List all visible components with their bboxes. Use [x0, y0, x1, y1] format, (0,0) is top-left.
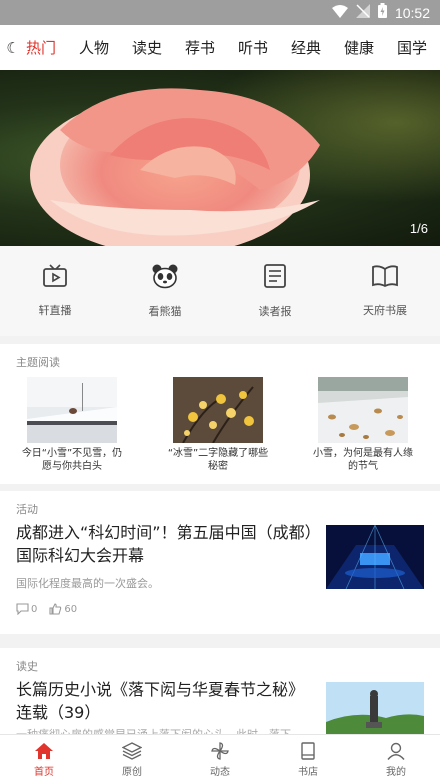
section-title: 读史	[16, 660, 38, 673]
bottom-navigation: 首页 原创 动态 书店 我的	[0, 734, 440, 784]
pinwheel-icon	[211, 741, 229, 760]
quick-link-label: 天府书展	[363, 304, 407, 317]
topic-caption-line: “冰雪”二字隐藏了哪些	[167, 448, 269, 459]
nav-label: 原创	[122, 766, 142, 778]
night-mode-icon[interactable]: ☾	[0, 39, 26, 57]
banner-page-indicator: 1/6	[409, 221, 428, 236]
nav-original[interactable]: 原创	[97, 741, 167, 778]
nav-home[interactable]: 首页	[9, 742, 79, 778]
section-title: 活动	[16, 503, 38, 516]
tab-hot[interactable]: 热门	[26, 37, 79, 58]
tab-audiobooks[interactable]: 听书	[238, 37, 291, 58]
topic-caption-line: 秘密	[208, 461, 228, 472]
home-icon	[35, 742, 53, 759]
topic-card[interactable]: 小雪，为何是最有人缘 的节气	[308, 377, 418, 473]
tab-recommended-books[interactable]: 荐书	[185, 37, 238, 58]
wifi-icon	[331, 3, 348, 22]
layers-icon	[122, 741, 142, 760]
open-book-icon	[371, 264, 399, 292]
topic-caption-line: 今日“小雪”不见雪，仍	[21, 448, 123, 459]
topic-caption-line: 的节气	[348, 461, 378, 472]
comment-count[interactable]: 0	[16, 603, 37, 615]
tab-guoxue[interactable]: 国学	[397, 37, 440, 58]
tab-history[interactable]: 读史	[132, 37, 185, 58]
topic-thumbnail-snow-bird	[27, 377, 117, 443]
book-icon	[301, 741, 315, 760]
tab-people[interactable]: 人物	[79, 37, 132, 58]
tab-classics[interactable]: 经典	[291, 37, 344, 58]
topic-caption-line: 愿与你共白头	[42, 461, 102, 472]
status-bar: 10:52	[0, 0, 440, 25]
banner-carousel[interactable]: 1/6	[0, 70, 440, 246]
category-tabs: ☾ 热门 人物 读史 荐书 听书 经典 健康 国学	[0, 25, 440, 70]
section-title: 主题阅读	[16, 356, 60, 369]
nav-bookstore[interactable]: 书店	[273, 741, 343, 778]
activity-article[interactable]: 活动 成都进入“科幻时间”！第五届中国（成都）国际科幻大会开幕 国际化程度最高的…	[0, 491, 440, 634]
quick-link-panda[interactable]: 看熊猫	[115, 263, 215, 319]
article-thumbnail-statue	[326, 682, 424, 738]
user-icon	[387, 742, 405, 760]
article-title: 成都进入“科幻时间”！第五届中国（成都）国际科幻大会开幕	[16, 523, 313, 565]
clock-time: 10:52	[394, 4, 430, 21]
quick-links: 轩直播 看熊猫 读者报 天府书展	[0, 246, 440, 336]
topic-reading-section: 主题阅读 今日“小雪”不见雪，仍 愿与你共白头 “冰雪”二字隐藏了哪些 秘密 小…	[0, 344, 440, 484]
quick-link-live[interactable]: 轩直播	[5, 264, 105, 318]
nav-label: 书店	[298, 766, 318, 778]
quick-link-label: 看熊猫	[148, 305, 182, 318]
article-meta: 0 60	[16, 603, 77, 615]
topic-thumbnail-snow-leaves	[318, 377, 408, 443]
comment-count-value: 0	[31, 603, 38, 615]
topic-card[interactable]: 今日“小雪”不见雪，仍 愿与你共白头	[17, 377, 127, 473]
article-title: 长篇历史小说《落下闳与华夏春节之秘》连载（39）	[16, 680, 305, 722]
nav-label: 动态	[210, 766, 230, 778]
topic-thumbnail-wintersweet	[173, 377, 263, 443]
banner-rose-image	[0, 70, 440, 246]
panda-icon	[151, 263, 179, 293]
live-tv-icon	[42, 264, 68, 292]
comment-icon	[16, 603, 29, 615]
nav-label: 我的	[386, 766, 406, 778]
quick-link-book-fair[interactable]: 天府书展	[335, 264, 435, 318]
like-count[interactable]: 60	[49, 603, 77, 615]
quick-link-label: 轩直播	[38, 304, 72, 317]
tab-health[interactable]: 健康	[344, 37, 397, 58]
topic-card[interactable]: “冰雪”二字隐藏了哪些 秘密	[163, 377, 273, 473]
like-count-value: 60	[64, 603, 78, 615]
article-thumbnail-stage	[326, 525, 424, 589]
nav-feed[interactable]: 动态	[185, 741, 255, 778]
article-summary: 国际化程度最高的一次盛会。	[16, 577, 159, 590]
newspaper-icon	[263, 263, 287, 293]
battery-charging-icon	[377, 3, 387, 22]
thumbs-up-icon	[49, 603, 62, 615]
history-article[interactable]: 读史 长篇历史小说《落下闳与华夏春节之秘》连载（39） 一种痛彻心扉的感觉早已涌…	[0, 648, 440, 738]
nav-label: 首页	[34, 766, 54, 778]
quick-link-newspaper[interactable]: 读者报	[225, 263, 325, 319]
no-signal-icon	[355, 3, 370, 22]
nav-profile[interactable]: 我的	[361, 742, 431, 778]
quick-link-label: 读者报	[258, 305, 292, 318]
topic-caption-line: 小雪，为何是最有人缘	[313, 448, 413, 459]
